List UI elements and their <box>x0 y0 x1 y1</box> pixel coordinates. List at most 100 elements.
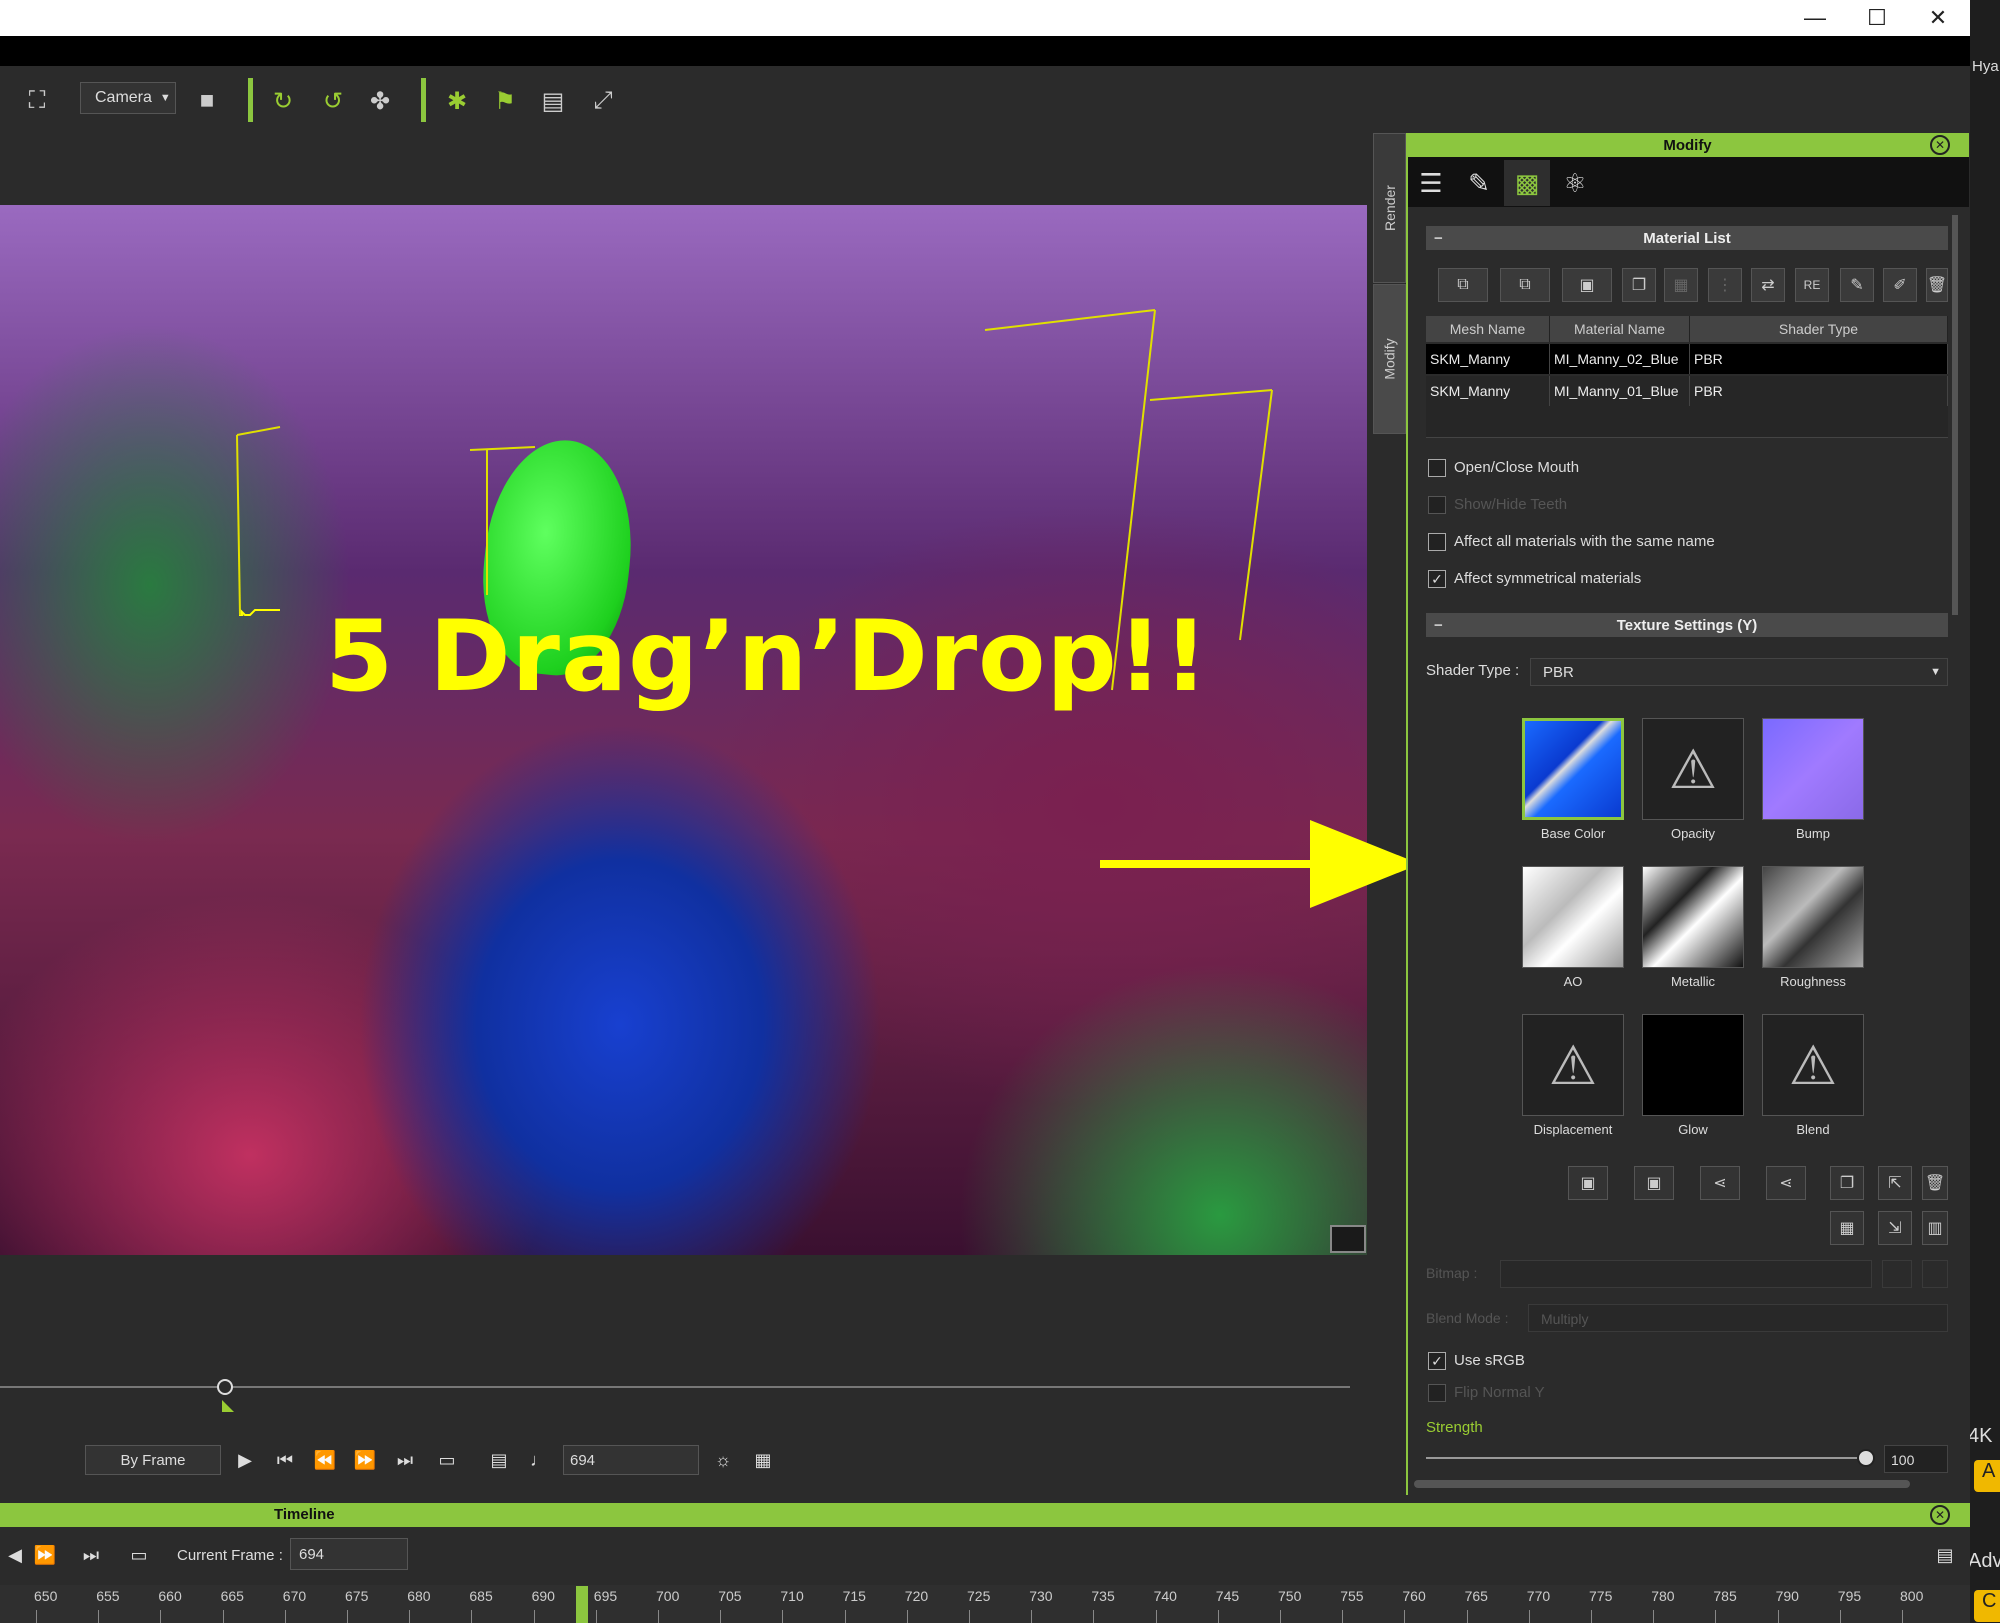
comment-icon[interactable] <box>1330 1225 1366 1253</box>
orbit-icon[interactable]: ↺ <box>318 86 348 116</box>
transform-icon[interactable]: ⤢ <box>588 86 618 116</box>
blend-label: Blend <box>1796 1122 1830 1137</box>
objects-icon[interactable]: ✤ <box>365 86 395 116</box>
affect-symmetrical-checkbox[interactable]: ✓ <box>1428 570 1446 588</box>
forward-icon[interactable]: ⏩ <box>30 1540 60 1570</box>
ruler-tick <box>222 1610 224 1623</box>
glow-thumbnail[interactable] <box>1642 1014 1744 1116</box>
sliders-icon[interactable]: ☰ <box>1408 160 1454 206</box>
strength-slider-handle[interactable] <box>1857 1449 1875 1467</box>
panel-scrollbar[interactable] <box>1952 215 1958 615</box>
swap-icon[interactable]: ⇄ <box>1751 268 1785 302</box>
music-note-icon[interactable]: ♩ <box>524 1445 554 1475</box>
frame-input[interactable]: 694 <box>563 1445 699 1475</box>
copy-texture-icon[interactable]: ❐ <box>1830 1166 1864 1200</box>
3d-viewport[interactable] <box>0 205 1367 1255</box>
load-material-icon[interactable]: ⧉ <box>1438 268 1488 302</box>
open-close-mouth-checkbox[interactable] <box>1428 459 1446 477</box>
export-texture-icon[interactable]: ⇲ <box>1878 1211 1912 1245</box>
affect-same-name-checkbox[interactable] <box>1428 533 1446 551</box>
sun-icon[interactable]: ☼ <box>708 1445 738 1475</box>
save-all-texture-icon[interactable]: ▣ <box>1634 1166 1674 1200</box>
video-camera-icon[interactable]: ■ <box>192 86 222 116</box>
close-window-button[interactable]: ✕ <box>1908 0 1968 36</box>
strength-slider-track[interactable] <box>1426 1457 1866 1459</box>
camera-label: Camera <box>95 89 152 106</box>
subtitle-icon[interactable]: ▤ <box>484 1445 514 1475</box>
modify-close-icon[interactable]: ✕ <box>1930 135 1950 155</box>
horizontal-scrollbar[interactable] <box>1414 1480 1910 1488</box>
edge-button-2[interactable]: C <box>1974 1590 2000 1622</box>
share-all-icon[interactable]: ⋖ <box>1766 1166 1806 1200</box>
re-icon[interactable]: RE <box>1795 268 1829 302</box>
blend-warning-icon[interactable]: ⚠ <box>1762 1014 1864 1116</box>
layout-icon[interactable]: ▥ <box>1922 1211 1948 1245</box>
maximize-button[interactable]: ☐ <box>1847 0 1907 36</box>
tab-render[interactable]: Render <box>1373 133 1406 283</box>
bitmap-label: Bitmap : <box>1426 1265 1478 1281</box>
import-texture-icon[interactable]: ⇱ <box>1878 1166 1912 1200</box>
tab-modify[interactable]: Modify <box>1373 284 1406 434</box>
save-material-icon[interactable]: ▣ <box>1562 268 1612 302</box>
playhead[interactable] <box>576 1586 588 1623</box>
ruler-tick <box>1777 1610 1779 1623</box>
ruler-tick <box>844 1610 846 1623</box>
delete-texture-icon[interactable]: 🗑 <box>1922 1166 1948 1200</box>
opacity-warning-icon[interactable]: ⚠ <box>1642 718 1744 820</box>
timeline-options-icon[interactable]: ▤ <box>1930 1540 1960 1570</box>
texture-settings-header[interactable]: − Texture Settings (Y) <box>1426 613 1948 637</box>
delete-icon[interactable]: 🗑 <box>1926 268 1948 302</box>
copy-icon[interactable]: ❐ <box>1622 268 1656 302</box>
frame-view-icon[interactable]: ⛶ <box>22 86 52 116</box>
scrub-marker <box>222 1400 234 1412</box>
play-icon[interactable]: ▶ <box>230 1445 260 1475</box>
displacement-warning-icon[interactable]: ⚠ <box>1522 1014 1624 1116</box>
paint-icon[interactable]: ✐ <box>1883 268 1917 302</box>
shader-type-select[interactable]: PBR ▼ <box>1530 658 1948 686</box>
loop-range-icon[interactable]: ▭ <box>124 1540 154 1570</box>
play-mode-select[interactable]: By Frame <box>85 1445 221 1475</box>
scrub-track[interactable] <box>0 1386 1350 1388</box>
motion-icon[interactable]: ✎ <box>1456 160 1502 206</box>
next-frame-icon[interactable]: ⏩ <box>350 1445 380 1475</box>
use-srgb-checkbox[interactable]: ✓ <box>1428 1352 1446 1370</box>
skip-start-icon[interactable]: ⏮ <box>270 1445 300 1475</box>
material-list-header[interactable]: − Material List <box>1426 226 1948 250</box>
camera-select[interactable]: Camera ▼ <box>80 82 176 114</box>
prev-key-icon[interactable]: ◀ <box>0 1540 30 1570</box>
panel-icon[interactable]: ▦ <box>748 1445 778 1475</box>
bump-thumbnail[interactable] <box>1762 718 1864 820</box>
replace-material-icon[interactable]: ⧉ <box>1500 268 1550 302</box>
save-texture-icon[interactable]: ▣ <box>1568 1166 1608 1200</box>
ao-thumbnail[interactable] <box>1522 866 1624 968</box>
uv-grid-icon[interactable]: ▦ <box>1830 1211 1864 1245</box>
minimize-button[interactable]: — <box>1785 0 1845 36</box>
edge-button[interactable]: A <box>1974 1460 2000 1492</box>
skip-end-icon[interactable]: ⏭ <box>390 1445 420 1475</box>
merge-icon: ⋮ <box>1708 268 1742 302</box>
table-row[interactable]: SKM_Manny MI_Manny_01_Blue PBR <box>1426 376 1948 406</box>
end-icon[interactable]: ⏭ <box>76 1540 106 1570</box>
ao-label: AO <box>1563 974 1583 989</box>
physics-atom-icon[interactable]: ⚛ <box>1552 160 1598 206</box>
strength-label: Strength <box>1426 1419 1483 1436</box>
blend-mode-label: Blend Mode : <box>1426 1310 1509 1326</box>
current-frame-input[interactable]: 694 <box>290 1538 408 1570</box>
overlay-arrow-head <box>1310 820 1420 908</box>
base-color-thumbnail[interactable] <box>1522 718 1624 820</box>
metallic-thumbnail[interactable] <box>1642 866 1744 968</box>
scrub-handle[interactable] <box>217 1379 233 1395</box>
roughness-thumbnail[interactable] <box>1762 866 1864 968</box>
strength-input[interactable]: 100 <box>1884 1445 1948 1473</box>
material-checker-icon[interactable]: ▩ <box>1504 160 1550 206</box>
prev-frame-icon[interactable]: ⏪ <box>310 1445 340 1475</box>
loop-icon[interactable]: ▭ <box>432 1445 462 1475</box>
clipboard-icon[interactable]: ▤ <box>538 86 568 116</box>
flag-icon[interactable]: ⚑ <box>490 86 520 116</box>
rotate-light-icon[interactable]: ↻ <box>268 86 298 116</box>
share-icon[interactable]: ⋖ <box>1700 1166 1740 1200</box>
character-pose-icon[interactable]: ✱ <box>442 86 472 116</box>
timeline-close-icon[interactable]: ✕ <box>1930 1505 1950 1525</box>
eyedropper-icon[interactable]: ✎ <box>1840 268 1874 302</box>
table-row[interactable]: SKM_Manny MI_Manny_02_Blue PBR <box>1426 344 1948 374</box>
